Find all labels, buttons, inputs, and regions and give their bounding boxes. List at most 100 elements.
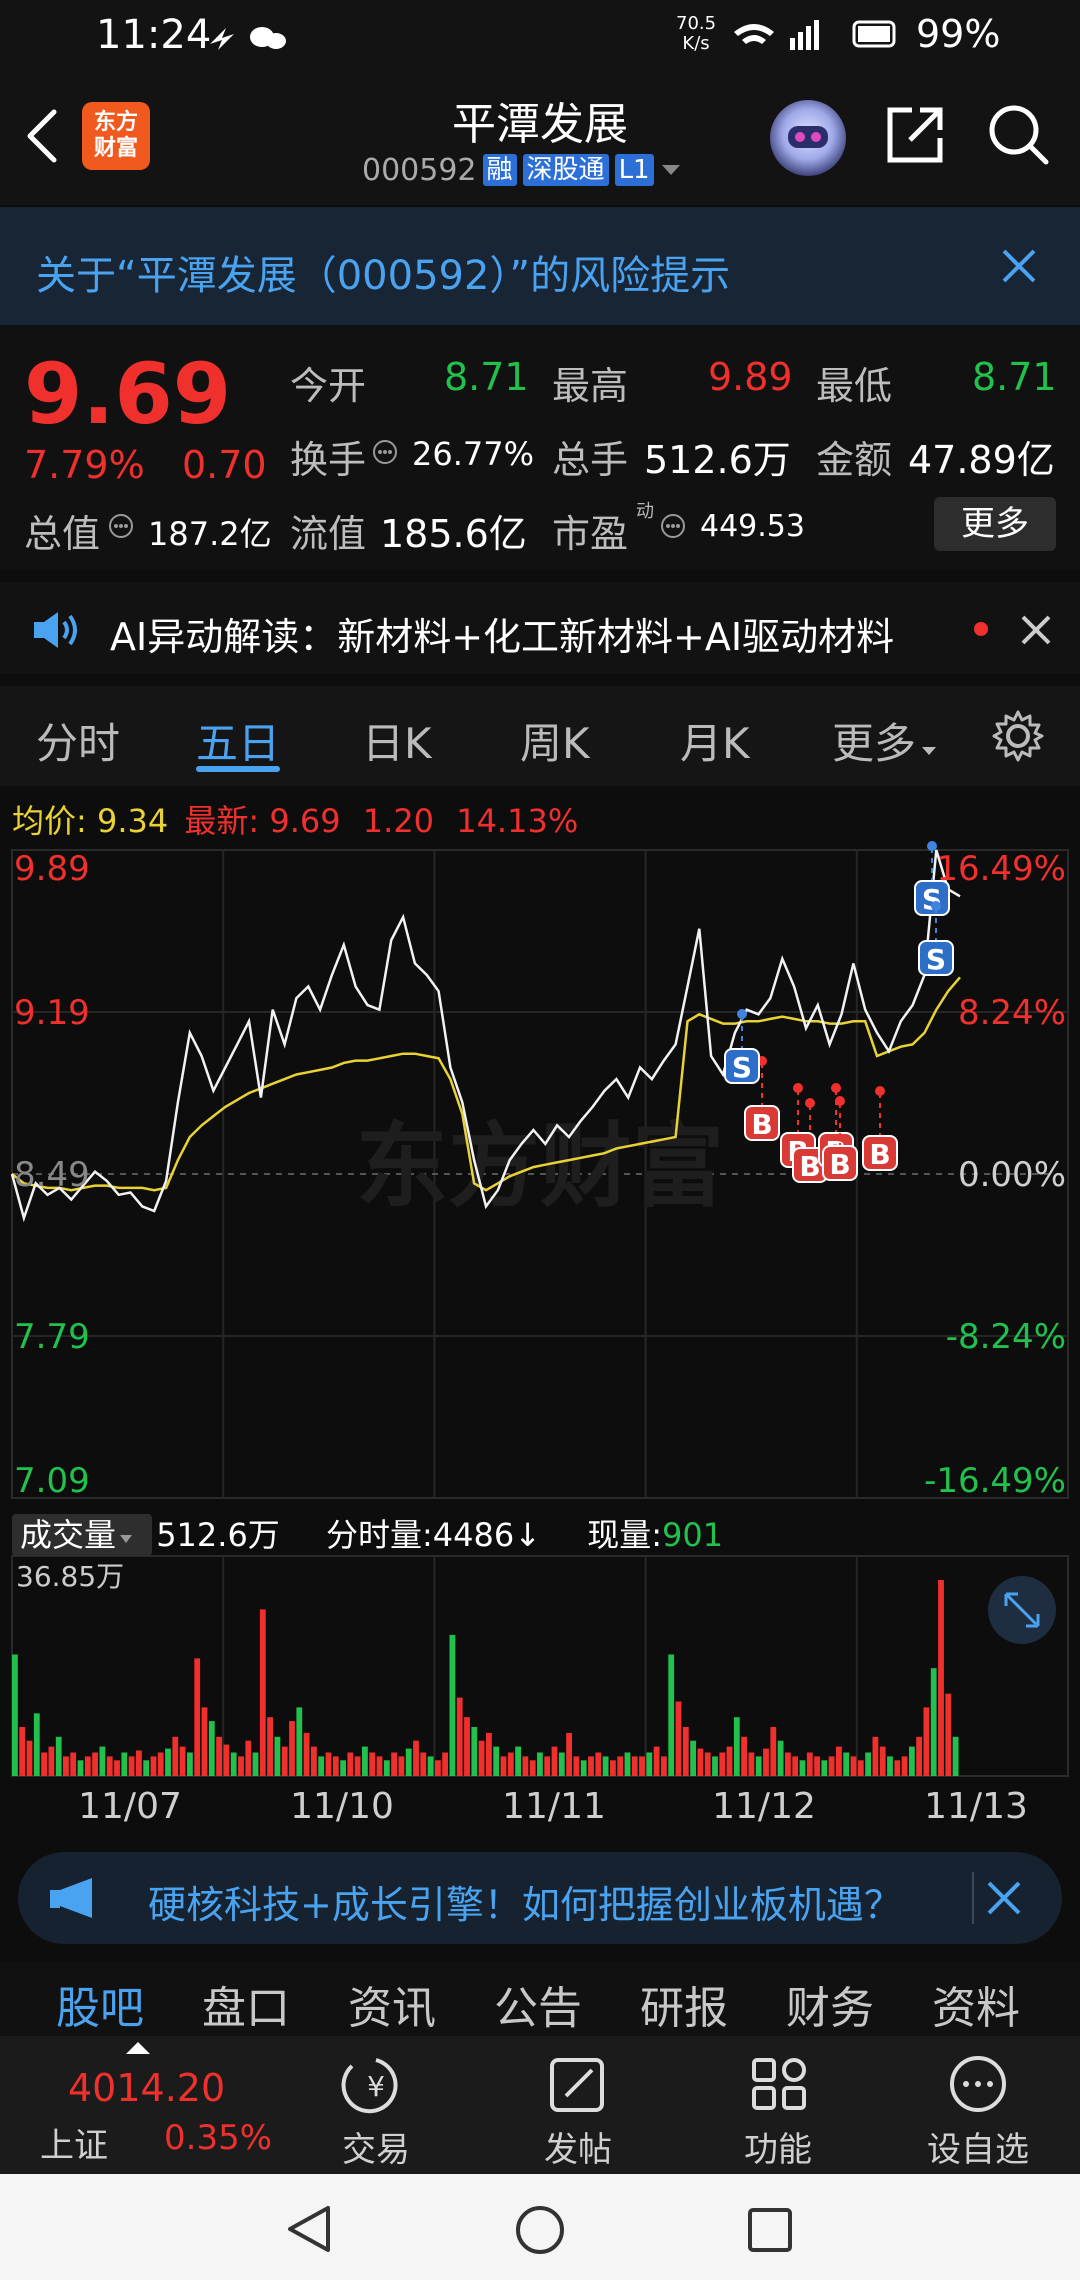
tab-five-day[interactable]: 五日	[196, 710, 280, 771]
volume-bar	[653, 1746, 660, 1776]
search-icon[interactable]	[986, 102, 1052, 168]
volume-bar	[828, 1756, 835, 1776]
volume-bar	[952, 1736, 959, 1776]
volume-bar	[500, 1756, 507, 1776]
promo-text[interactable]: 硬核科技+成长引擎！如何把握创业板机遇？	[148, 1874, 902, 1929]
close-icon[interactable]	[986, 1880, 1022, 1916]
volume-label: 总手	[552, 438, 629, 482]
volume-bar	[245, 1740, 252, 1776]
function-grid-icon[interactable]	[708, 2054, 848, 2114]
add-watchlist-icon[interactable]	[908, 2054, 1048, 2114]
post-label[interactable]: 发帖	[508, 2122, 648, 2171]
percent-axis-label: -16.49%	[924, 1461, 1066, 1501]
share-icon[interactable]	[884, 104, 946, 166]
promo-banner[interactable]: 硬核科技+成长引擎！如何把握创业板机遇？	[18, 1852, 1062, 1944]
tab-intraday[interactable]: 分时	[36, 710, 120, 771]
home-nav-icon[interactable]	[514, 2204, 566, 2256]
volume-bar	[755, 1756, 762, 1776]
volume-bar	[471, 1727, 478, 1776]
sell-point	[931, 901, 941, 911]
volume-bar	[238, 1756, 244, 1776]
volume-bar	[311, 1746, 317, 1776]
quote-panel: 9.69 7.79% 0.70 今开 8.71 最高 9.89 最低 8.71 …	[0, 325, 1080, 570]
trade-icon[interactable]: ¥	[306, 2054, 446, 2114]
watchlist-label[interactable]: 设自选	[908, 2122, 1048, 2171]
volume-bar	[785, 1752, 791, 1776]
open-value: 8.71	[444, 355, 529, 399]
function-label[interactable]: 功能	[708, 2122, 848, 2171]
chart-info-line: 均价: 9.34 最新: 9.69 1.20 14.13%	[12, 796, 578, 842]
brand-logo[interactable]: 东方 财富	[82, 102, 150, 170]
volume-bar	[427, 1756, 434, 1776]
date-axis-label: 11/12	[712, 1786, 816, 1827]
tab-forum[interactable]: 股吧	[56, 1972, 144, 2036]
volume-bar	[901, 1756, 908, 1776]
volume-bar	[945, 1693, 952, 1776]
ai-insight-bar[interactable]: AI异动解读：新材料+化工新材料+AI驱动材料	[0, 582, 1080, 674]
volume-bar	[537, 1752, 543, 1776]
post-icon[interactable]	[508, 2054, 648, 2114]
buy-point	[793, 1083, 803, 1093]
percent-axis-label: 0.00%	[958, 1155, 1066, 1195]
volume-bar	[872, 1736, 879, 1776]
recents-nav-icon[interactable]	[746, 2206, 794, 2254]
index-change[interactable]: 0.35%	[164, 2118, 272, 2158]
pe-value: 449.53	[700, 509, 805, 544]
tab-weekly-k[interactable]: 周K	[520, 710, 590, 771]
close-icon[interactable]	[1000, 247, 1038, 285]
five-day-chart[interactable]: 东方财富BBBBBBSSS9.899.198.497.797.0916.49%8…	[0, 838, 1080, 1838]
back-nav-icon[interactable]	[286, 2204, 332, 2254]
close-icon[interactable]	[1020, 614, 1052, 646]
tab-news[interactable]: 资讯	[348, 1972, 436, 2036]
tab-profile[interactable]: 资料	[932, 1972, 1020, 2036]
speaker-icon	[34, 612, 77, 648]
tab-financials[interactable]: 财务	[786, 1972, 874, 2036]
minute-volume-label: 分时量:	[325, 1516, 433, 1554]
latest-label: 最新:	[184, 802, 260, 840]
volume-bar	[544, 1756, 551, 1776]
info-icon[interactable]	[372, 439, 398, 469]
volume-bar	[274, 1736, 281, 1776]
volume-bar	[201, 1707, 208, 1776]
info-icon[interactable]	[108, 513, 134, 543]
volume-selector[interactable]: 成交量	[12, 1514, 153, 1556]
tab-daily-k[interactable]: 日K	[362, 710, 432, 771]
risk-banner-text[interactable]: 关于“平潭发展（000592）”的风险提示	[36, 243, 730, 301]
stock-code-row[interactable]: 000592 融 深股通 L1	[362, 152, 682, 188]
volume-bar	[617, 1756, 624, 1776]
unread-dot	[974, 622, 988, 636]
tab-announcements[interactable]: 公告	[494, 1972, 582, 2036]
back-arrow-icon[interactable]	[22, 106, 62, 166]
ai-insight-text[interactable]: AI异动解读：新材料+化工新材料+AI驱动材料	[110, 606, 894, 661]
volume-bar	[478, 1740, 485, 1776]
trade-label[interactable]: 交易	[306, 2122, 446, 2171]
sell-marker-label: S	[732, 1051, 752, 1084]
risk-banner[interactable]: 关于“平潭发展（000592）”的风险提示	[0, 207, 1080, 325]
settings-gear-icon[interactable]	[990, 708, 1046, 764]
volume-panel-frame	[11, 1555, 1069, 1777]
volume-bar	[77, 1760, 84, 1776]
assistant-avatar[interactable]	[770, 100, 846, 176]
more-quote-button[interactable]: 更多	[934, 497, 1056, 551]
clock: 11:24	[96, 12, 212, 58]
signal-icons	[734, 20, 896, 50]
high-value: 9.89	[708, 355, 793, 399]
tab-more[interactable]: 更多	[832, 710, 938, 771]
index-value[interactable]: 4014.20	[68, 2066, 225, 2110]
volume-bar	[259, 1609, 266, 1776]
chart-canvas[interactable]: 东方财富BBBBBBSSS9.899.198.497.797.0916.49%8…	[0, 838, 1080, 1838]
volume-bar	[19, 1727, 26, 1776]
battery-percent: 99%	[916, 12, 1001, 56]
index-name[interactable]: 上证	[40, 2118, 108, 2167]
change-amount: 0.70	[182, 443, 267, 487]
chevron-down-icon	[120, 1535, 133, 1543]
tab-research[interactable]: 研报	[640, 1972, 728, 2036]
now-volume-label: 现量:	[587, 1516, 662, 1554]
high-label: 最高	[552, 364, 629, 408]
tab-orderbook[interactable]: 盘口	[202, 1972, 290, 2036]
tab-monthly-k[interactable]: 月K	[680, 710, 750, 771]
notification-icons	[210, 27, 286, 50]
percent-axis-label: 16.49%	[936, 849, 1066, 889]
detail-tabs: 股吧 盘口 资讯 公告 研报 财务 资料	[0, 1962, 1080, 2036]
info-icon[interactable]	[660, 513, 686, 543]
